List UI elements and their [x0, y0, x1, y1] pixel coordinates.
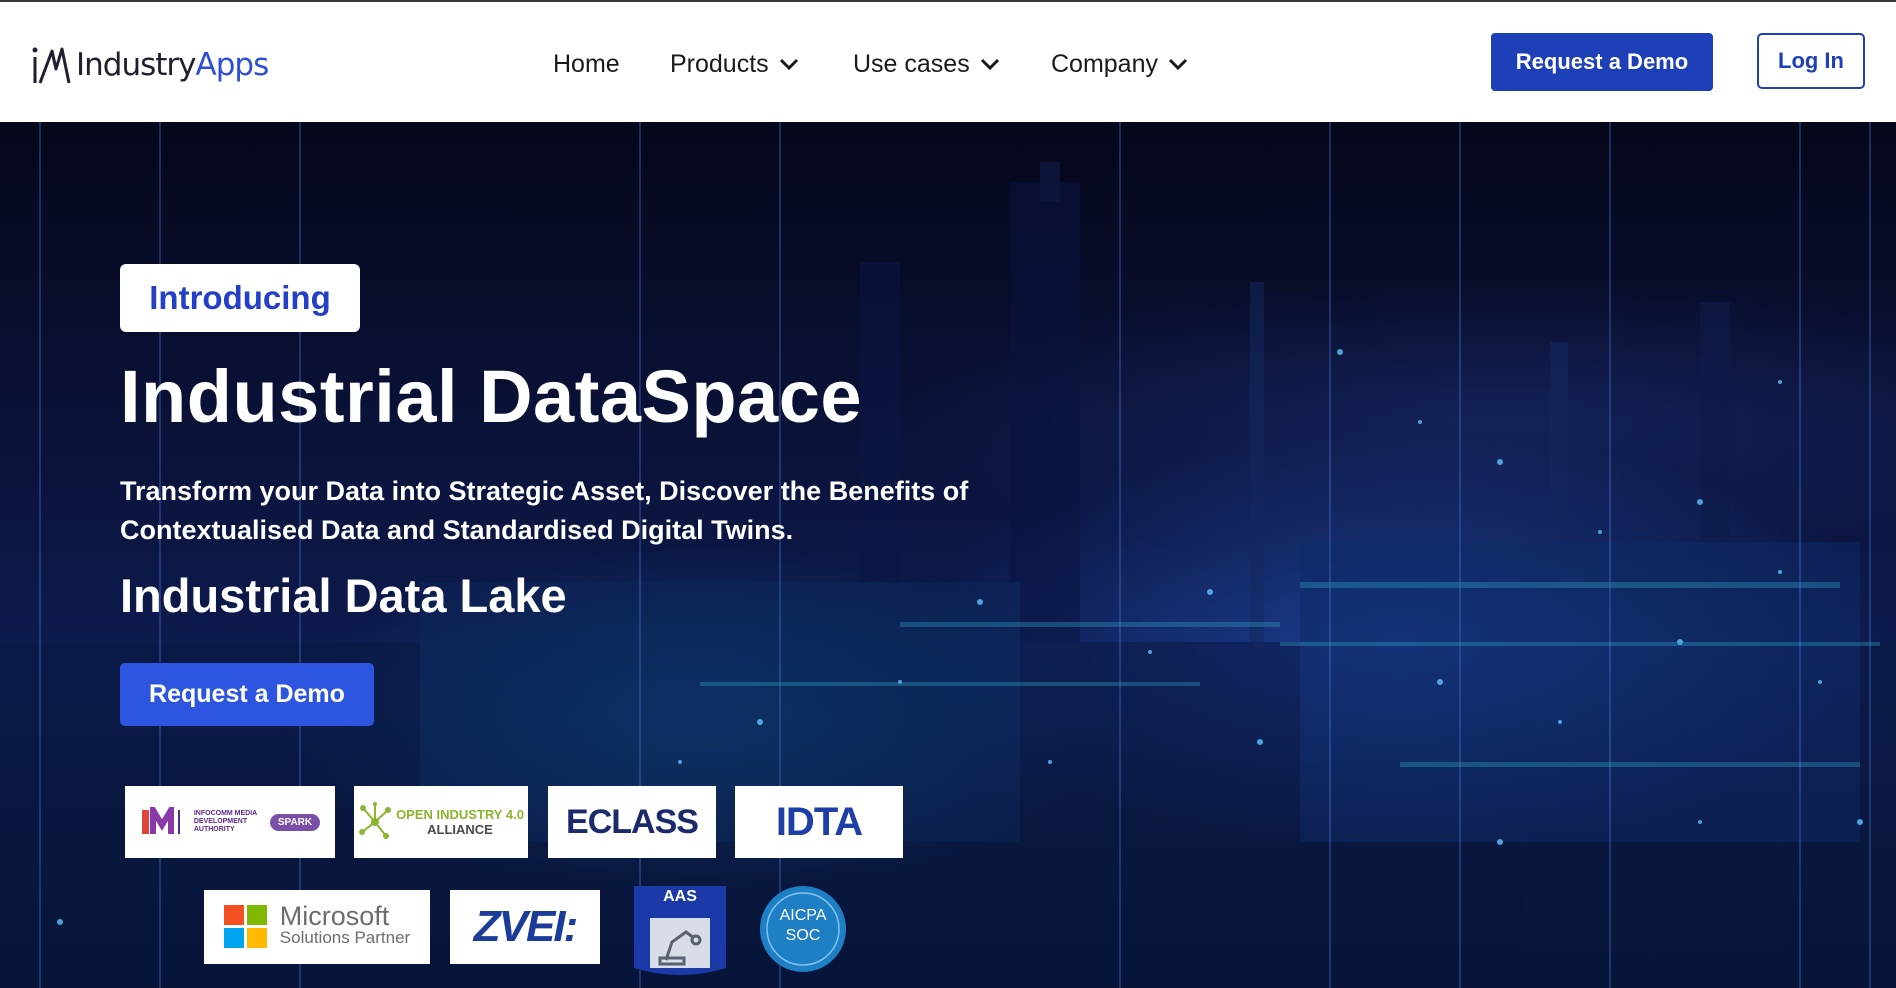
- imda-text: INFOCOMM MEDIA DEVELOPMENT AUTHORITY: [193, 810, 257, 833]
- chevron-down-icon: [1168, 58, 1188, 70]
- login-button[interactable]: Log In: [1757, 33, 1865, 89]
- hero-background-image: [0, 122, 1896, 988]
- site-header: IndustryApps Home Products Use cases Com…: [0, 2, 1896, 122]
- request-demo-button[interactable]: Request a Demo: [1491, 33, 1713, 91]
- eclass-label: ECLASS: [566, 802, 699, 841]
- idta-badge: IDTA: [735, 786, 903, 858]
- introducing-tag: Introducing: [120, 264, 360, 332]
- nav-company-label: Company: [1051, 49, 1158, 78]
- open-industry-alliance-badge: OPEN INDUSTRY 4.0 ALLIANCE: [354, 786, 528, 858]
- chevron-down-icon: [980, 58, 999, 70]
- spark-label: SPARK: [269, 813, 321, 831]
- hero-secondary-title: Industrial Data Lake: [120, 569, 567, 622]
- oia-line2: ALLIANCE: [427, 822, 493, 837]
- aas-badge: AAS: [626, 882, 734, 982]
- nav-home[interactable]: Home: [553, 42, 620, 86]
- oia-label: OPEN INDUSTRY 4.0 ALLIANCE: [396, 807, 524, 837]
- microsoft-text: Microsoft Solutions Partner: [279, 901, 411, 949]
- aas-label: AAS: [663, 888, 697, 905]
- nav-products[interactable]: Products: [670, 42, 799, 86]
- hero-subtitle: Transform your Data into Strategic Asset…: [120, 476, 969, 545]
- eclass-badge: ECLASS: [548, 786, 716, 858]
- nav-products-label: Products: [670, 49, 769, 78]
- brand-logo[interactable]: IndustryApps: [32, 40, 269, 90]
- nav-use-cases-label: Use cases: [853, 49, 970, 78]
- hero-request-demo-button[interactable]: Request a Demo: [120, 663, 374, 726]
- nav-use-cases[interactable]: Use cases: [853, 42, 1000, 86]
- chevron-down-icon: [779, 58, 798, 70]
- aicpa-line1: AICPA: [779, 907, 827, 924]
- zvei-label: ZVEI:: [473, 902, 578, 951]
- zvei-badge: ZVEI:: [450, 890, 600, 964]
- microsoft-line2: Solutions Partner: [279, 928, 411, 947]
- aicpa-line2: SOC: [785, 927, 821, 944]
- microsoft-logo-icon: [223, 905, 267, 948]
- imda-spark-badge: INFOCOMM MEDIA DEVELOPMENT AUTHORITY SPA…: [125, 786, 335, 858]
- hero-section: Introducing Industrial DataSpace Transfo…: [0, 122, 1896, 988]
- aicpa-text: AICPA SOC: [758, 906, 848, 946]
- imda-logo-icon: [141, 807, 180, 834]
- brand-name: IndustryApps: [76, 47, 269, 83]
- microsoft-line1: Microsoft: [279, 901, 390, 931]
- aicpa-soc-badge: AICPA SOC: [758, 884, 848, 974]
- hero-title: Industrial DataSpace: [120, 355, 863, 438]
- nav-company[interactable]: Company: [1051, 42, 1188, 86]
- microsoft-partner-badge: Microsoft Solutions Partner: [204, 890, 430, 964]
- nav-home-label: Home: [553, 49, 620, 78]
- industryapps-logo-icon: [32, 47, 71, 84]
- idta-label: IDTA: [775, 799, 863, 844]
- oia-line1: OPEN INDUSTRY 4.0: [396, 807, 524, 822]
- network-icon: [359, 802, 392, 839]
